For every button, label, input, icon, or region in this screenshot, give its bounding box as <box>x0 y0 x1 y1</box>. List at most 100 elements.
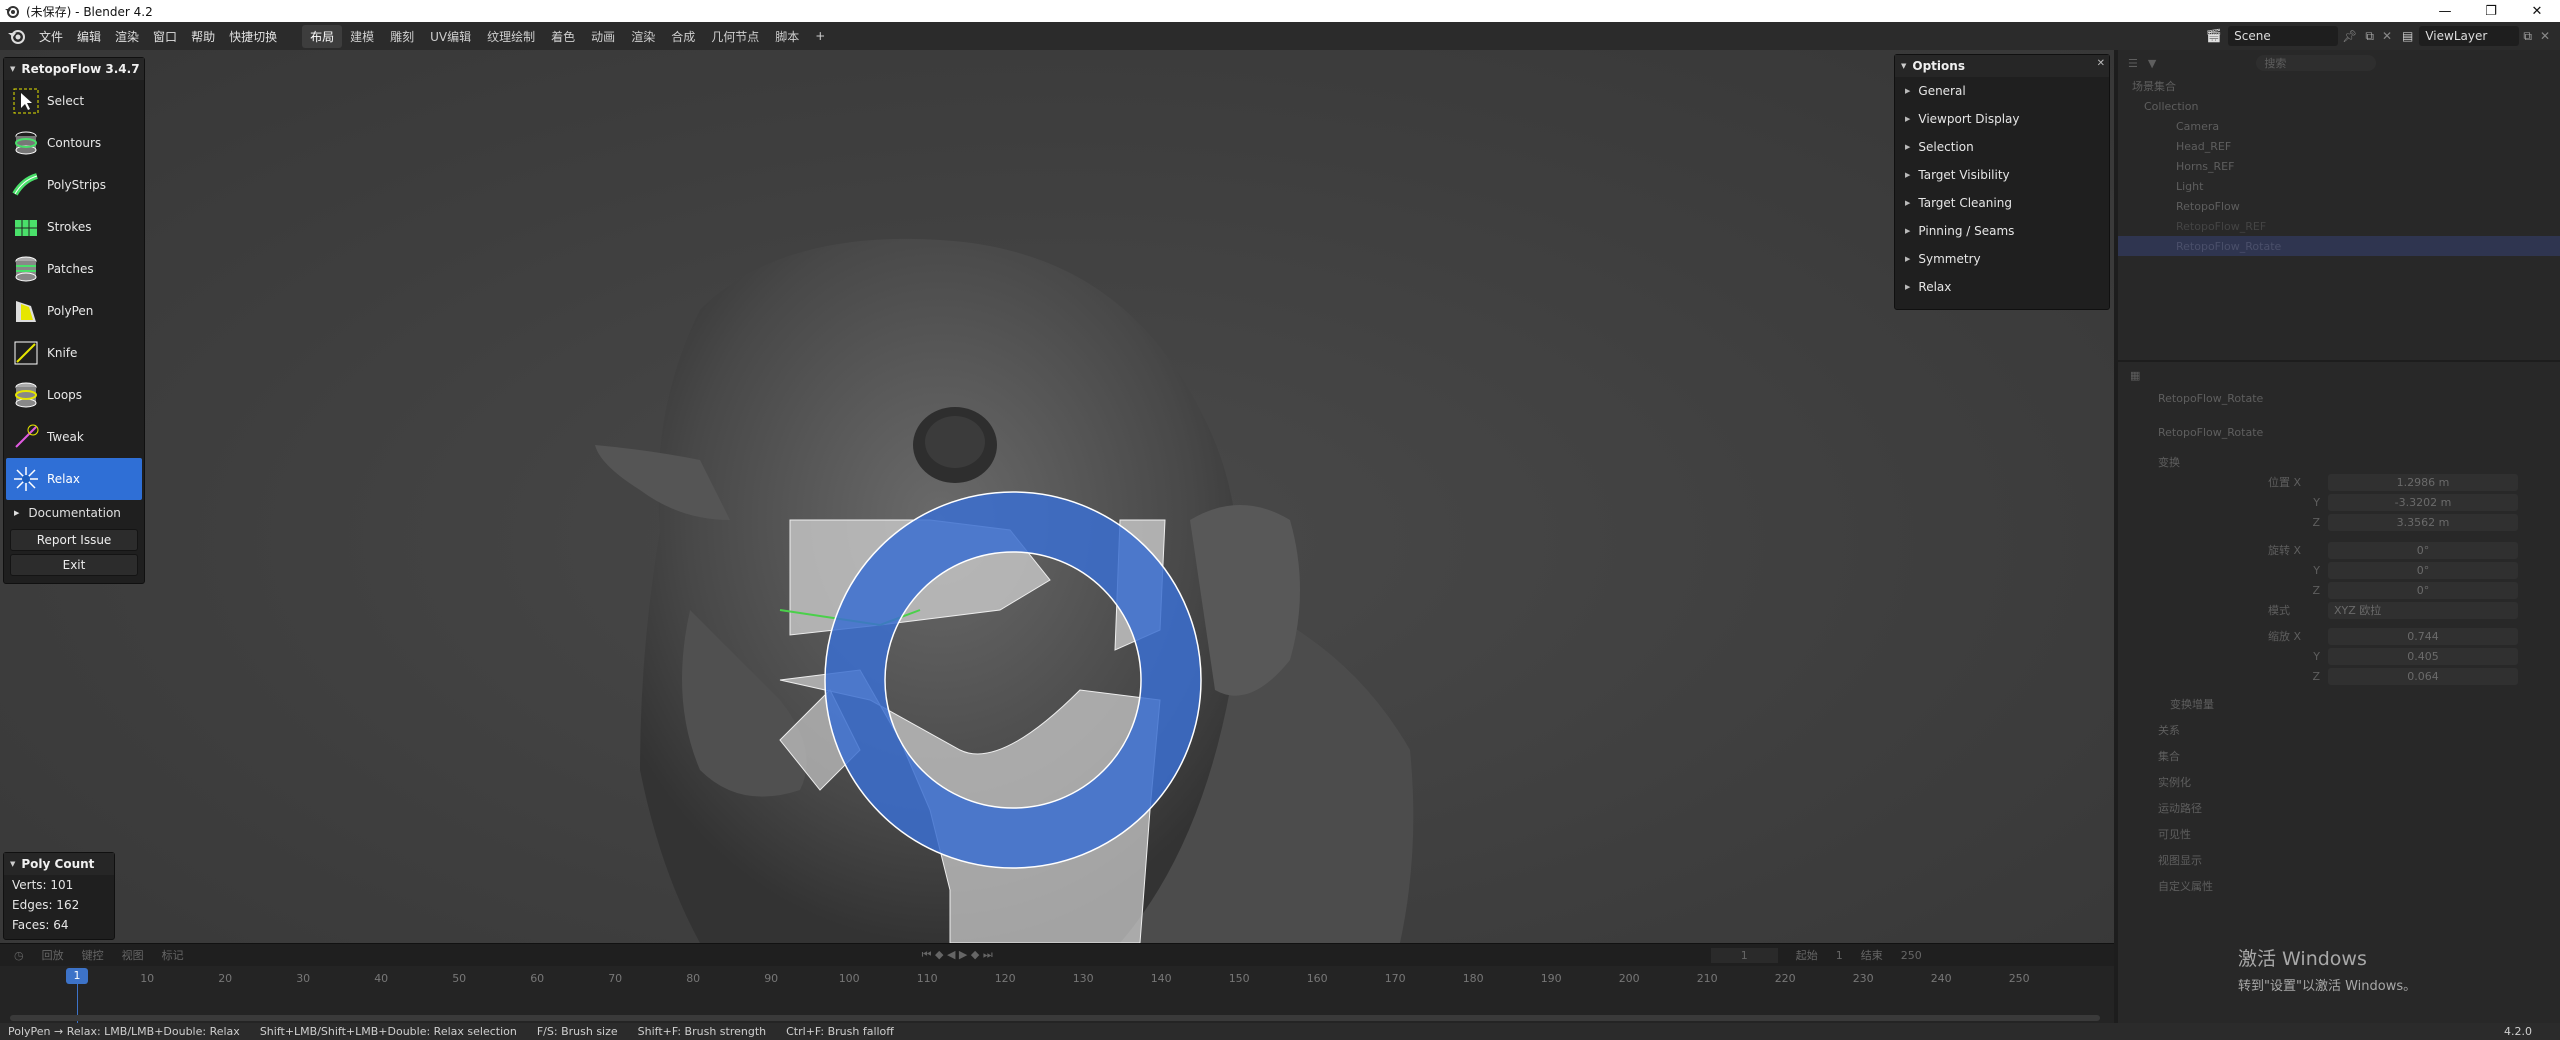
collapse-icon[interactable]: ▼ <box>10 65 15 73</box>
playback-controls[interactable]: ⏮ ◆ ◀ ▶ ◆ ⏭ <box>922 948 993 962</box>
add-workspace-button[interactable]: + <box>807 26 833 46</box>
outliner-item[interactable]: Head_REF <box>2118 136 2560 156</box>
menu-render[interactable]: 渲染 <box>108 28 146 45</box>
remove-scene-icon[interactable]: ✕ <box>2382 29 2392 43</box>
options-close-icon[interactable]: ✕ <box>2097 58 2105 69</box>
menu-file[interactable]: 文件 <box>32 28 70 45</box>
scene-icon[interactable]: 🎬︎ <box>2206 29 2223 44</box>
rotation-x-field[interactable]: 0° <box>2328 541 2518 559</box>
option-pinning-seams[interactable]: ▶ Pinning / Seams <box>1895 217 2109 245</box>
section-collections[interactable]: 集合 <box>2118 746 2560 766</box>
timeline-marker-menu[interactable]: 标记 <box>162 947 184 963</box>
location-x-field[interactable]: 1.2986 m <box>2328 473 2518 491</box>
tool-contours[interactable]: Contours <box>6 122 142 164</box>
tab-modeling[interactable]: 建模 <box>342 25 382 48</box>
view-layer-icon[interactable]: ▤ <box>2402 29 2413 43</box>
timeline-view-menu[interactable]: 视图 <box>122 947 144 963</box>
end-field[interactable]: 250 <box>1901 949 1922 962</box>
section-relations[interactable]: 关系 <box>2118 720 2560 740</box>
pin-scene-icon[interactable]: 📌︎ <box>2342 29 2357 43</box>
section-visibility[interactable]: 可见性 <box>2118 824 2560 844</box>
outliner-item[interactable]: RetopoFlow_REF <box>2118 216 2560 236</box>
option-viewport-display[interactable]: ▶ Viewport Display <box>1895 105 2109 133</box>
outliner-item[interactable]: Camera <box>2118 116 2560 136</box>
tool-knife[interactable]: Knife <box>6 332 142 374</box>
timeline-keying-menu[interactable]: 键控 <box>82 947 104 963</box>
maximize-button[interactable]: ❐ <box>2468 0 2514 22</box>
tool-loops[interactable]: Loops <box>6 374 142 416</box>
option-selection[interactable]: ▶ Selection <box>1895 133 2109 161</box>
option-symmetry[interactable]: ▶ Symmetry <box>1895 245 2109 273</box>
tab-scripting[interactable]: 脚本 <box>767 25 807 48</box>
timeline-playback-menu[interactable]: 回放 <box>42 947 64 963</box>
minimize-button[interactable]: — <box>2422 0 2468 22</box>
tab-texture-paint[interactable]: 纹理绘制 <box>479 25 543 48</box>
retopoflow-panel-header[interactable]: ▼ RetopoFlow 3.4.7 <box>4 58 144 80</box>
menu-help[interactable]: 帮助 <box>184 28 222 45</box>
scene-collection-row[interactable]: 场景集合 <box>2118 76 2560 96</box>
current-frame-field[interactable]: 1 <box>1710 947 1778 963</box>
properties-editor-icon[interactable]: ▦ <box>2130 369 2140 382</box>
display-mode-icon[interactable]: ☰ <box>2128 57 2138 70</box>
section-instancing[interactable]: 实例化 <box>2118 772 2560 792</box>
exit-button[interactable]: Exit <box>10 554 138 576</box>
tab-animation[interactable]: 动画 <box>583 25 623 48</box>
tool-polypen[interactable]: PolyPen <box>6 290 142 332</box>
documentation-toggle[interactable]: ▶ Documentation <box>4 500 144 526</box>
rotation-z-field[interactable]: 0° <box>2328 581 2518 599</box>
tab-geometry-nodes[interactable]: 几何节点 <box>703 25 767 48</box>
playhead[interactable]: 1 <box>66 968 88 984</box>
filter-icon[interactable]: ▼ <box>2148 57 2156 70</box>
options-header[interactable]: ▼ Options <box>1895 55 2109 77</box>
tab-uv-editing[interactable]: UV编辑 <box>422 25 479 48</box>
menu-window[interactable]: 窗口 <box>146 28 184 45</box>
timeline-ruler[interactable]: 10 20 30 40 50 60 70 80 90 100 110 120 130 140 150 160 1… <box>0 966 2114 1024</box>
option-general[interactable]: ▶ General <box>1895 77 2109 105</box>
report-issue-button[interactable]: Report Issue <box>10 529 138 551</box>
start-field[interactable]: 1 <box>1836 949 1843 962</box>
outliner-search[interactable]: 搜索 <box>2256 55 2377 71</box>
collection-row[interactable]: Collection <box>2118 96 2560 116</box>
editor-type-icon[interactable]: ◷ <box>14 949 24 962</box>
scale-x-field[interactable]: 0.744 <box>2328 627 2518 645</box>
location-z-field[interactable]: 3.3562 m <box>2328 513 2518 531</box>
tool-polystrips[interactable]: PolyStrips <box>6 164 142 206</box>
rotation-mode-select[interactable]: XYZ 欧拉 <box>2328 601 2518 619</box>
view-layer-selector[interactable]: ViewLayer <box>2419 26 2520 46</box>
poly-count-header[interactable]: ▼ Poly Count <box>4 853 114 875</box>
outliner-item[interactable]: Light <box>2118 176 2560 196</box>
menu-edit[interactable]: 编辑 <box>70 28 108 45</box>
outliner-item-selected[interactable]: RetopoFlow_Rotate <box>2118 236 2560 256</box>
scene-selector[interactable]: Scene <box>2228 26 2339 46</box>
data-name-row[interactable]: RetopoFlow_Rotate <box>2118 422 2560 442</box>
transform-section[interactable]: 变换 <box>2118 452 2560 472</box>
close-button[interactable]: ✕ <box>2514 0 2560 22</box>
menu-quick-switch[interactable]: 快捷切换 <box>222 28 284 45</box>
tool-relax[interactable]: Relax <box>6 458 142 500</box>
new-scene-icon[interactable]: ⧉ <box>2365 29 2374 44</box>
option-relax[interactable]: ▶ Relax <box>1895 273 2109 301</box>
tool-select[interactable]: Select <box>6 80 142 122</box>
scale-y-field[interactable]: 0.405 <box>2328 647 2518 665</box>
collapse-icon[interactable]: ▼ <box>1901 62 1906 70</box>
outliner-item[interactable]: Horns_REF <box>2118 156 2560 176</box>
section-custom-properties[interactable]: 自定义属性 <box>2118 876 2560 896</box>
tab-layout[interactable]: 布局 <box>302 24 343 48</box>
collapse-icon[interactable]: ▼ <box>10 860 15 868</box>
tool-patches[interactable]: Patches <box>6 248 142 290</box>
tab-shading[interactable]: 着色 <box>543 25 583 48</box>
remove-view-layer-icon[interactable]: ✕ <box>2540 29 2550 43</box>
tool-strokes[interactable]: Strokes <box>6 206 142 248</box>
blender-menu-icon[interactable] <box>6 25 28 47</box>
tool-tweak[interactable]: Tweak <box>6 416 142 458</box>
outliner-item[interactable]: RetopoFlow <box>2118 196 2560 216</box>
option-target-visibility[interactable]: ▶ Target Visibility <box>1895 161 2109 189</box>
section-viewport-display[interactable]: 视图显示 <box>2118 850 2560 870</box>
section-motion-paths[interactable]: 运动路径 <box>2118 798 2560 818</box>
tab-compositing[interactable]: 合成 <box>663 25 703 48</box>
location-y-field[interactable]: -3.3202 m <box>2328 493 2518 511</box>
scale-z-field[interactable]: 0.064 <box>2328 667 2518 685</box>
timeline-scrollbar[interactable] <box>10 1015 2100 1021</box>
tab-sculpting[interactable]: 雕刻 <box>382 25 422 48</box>
tab-rendering[interactable]: 渲染 <box>623 25 663 48</box>
